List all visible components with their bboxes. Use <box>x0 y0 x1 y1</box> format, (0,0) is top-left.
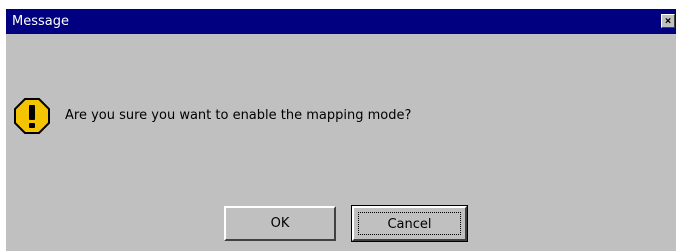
close-icon: × <box>664 14 672 27</box>
cancel-button[interactable]: Cancel <box>351 205 468 242</box>
warning-icon <box>14 98 50 134</box>
ok-button[interactable]: OK <box>224 206 336 241</box>
cancel-button-label: Cancel <box>358 212 461 235</box>
confirmation-message: Are you sure you want to enable the mapp… <box>65 108 412 123</box>
window-title: Message <box>12 14 69 29</box>
title-bar: Message × <box>6 9 676 34</box>
close-button[interactable]: × <box>661 14 675 28</box>
message-dialog: Message × Are you sure you want to enabl… <box>6 9 676 251</box>
